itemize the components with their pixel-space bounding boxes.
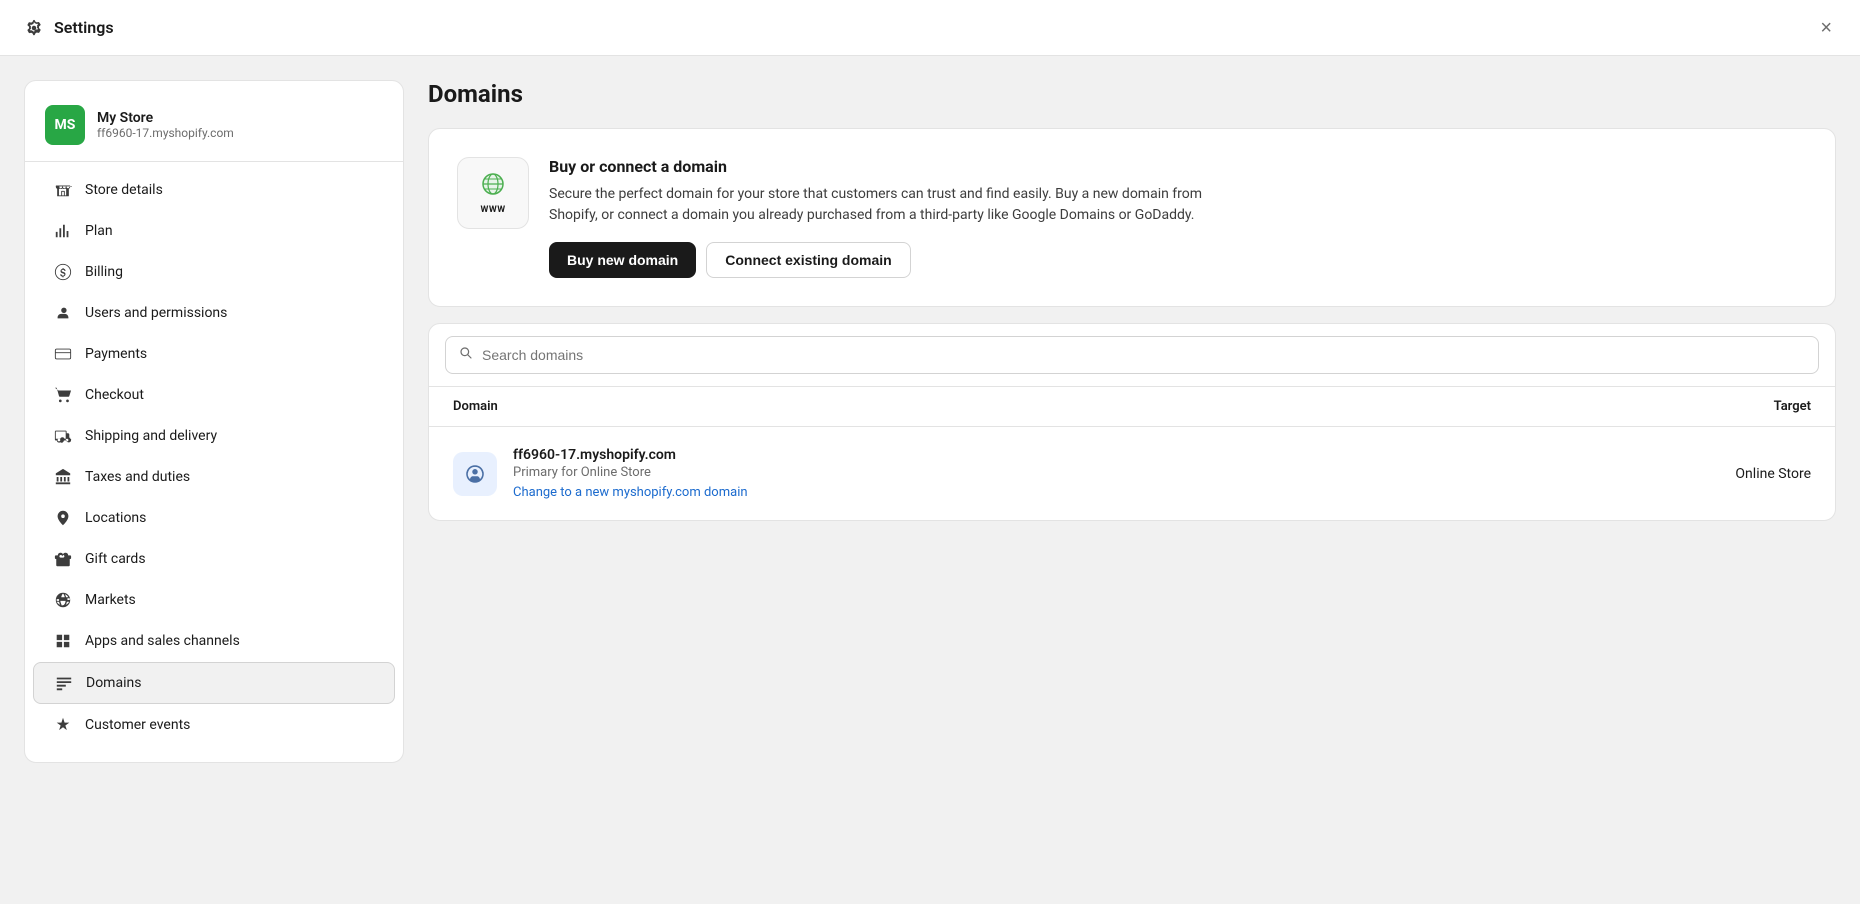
sidebar-item-label-domains: Domains [86, 675, 141, 691]
apps-sales-channels-icon [53, 631, 73, 651]
sidebar-item-locations[interactable]: Locations [33, 498, 395, 538]
settings-icon [24, 18, 44, 38]
sidebar-item-label-customer-events: Customer events [85, 717, 190, 733]
sidebar-item-label-taxes-duties: Taxes and duties [85, 469, 190, 485]
top-bar-left: Settings [24, 18, 114, 38]
promo-body: Buy or connect a domain Secure the perfe… [549, 157, 1807, 278]
store-name: My Store [97, 110, 234, 126]
sidebar-nav: Store details Plan Billing [25, 170, 403, 745]
sidebar-item-checkout[interactable]: Checkout [33, 375, 395, 415]
sidebar-item-label-apps-sales-channels: Apps and sales channels [85, 633, 240, 649]
sidebar-item-store-details[interactable]: Store details [33, 170, 395, 210]
customer-events-icon [53, 715, 73, 735]
domain-name: ff6960-17.myshopify.com [513, 447, 1661, 463]
users-permissions-icon [53, 303, 73, 323]
sidebar-item-gift-cards[interactable]: Gift cards [33, 539, 395, 579]
sidebar-item-shipping-delivery[interactable]: Shipping and delivery [33, 416, 395, 456]
search-icon [458, 345, 474, 365]
sidebar-item-payments[interactable]: Payments [33, 334, 395, 374]
sidebar-item-markets[interactable]: Markets [33, 580, 395, 620]
sidebar-item-label-store-details: Store details [85, 182, 163, 198]
billing-icon [53, 262, 73, 282]
store-url: ff6960-17.myshopify.com [97, 126, 234, 140]
sidebar-item-apps-sales-channels[interactable]: Apps and sales channels [33, 621, 395, 661]
domain-sub-label: Primary for Online Store [513, 465, 1661, 480]
domains-table-header: Domain Target [429, 387, 1835, 427]
promo-title: Buy or connect a domain [549, 157, 1807, 176]
sidebar-item-taxes-duties[interactable]: Taxes and duties [33, 457, 395, 497]
change-domain-link[interactable]: Change to a new myshopify.com domain [513, 485, 748, 500]
sidebar-item-customer-events[interactable]: Customer events [33, 705, 395, 745]
promo-card: WWW Buy or connect a domain Secure the p… [428, 128, 1836, 307]
promo-domain-icon: WWW [457, 157, 529, 229]
sidebar-item-users-permissions[interactable]: Users and permissions [33, 293, 395, 333]
sidebar-item-plan[interactable]: Plan [33, 211, 395, 251]
shipping-delivery-icon [53, 426, 73, 446]
taxes-duties-icon [53, 467, 73, 487]
sidebar-item-label-billing: Billing [85, 264, 123, 280]
top-bar-title: Settings [54, 18, 114, 37]
sidebar-item-label-checkout: Checkout [85, 387, 144, 403]
search-input-wrapper[interactable] [445, 336, 1819, 374]
markets-icon [53, 590, 73, 610]
sidebar-item-label-locations: Locations [85, 510, 146, 526]
domains-icon [54, 673, 74, 693]
sidebar-item-label-gift-cards: Gift cards [85, 551, 146, 567]
page-title: Domains [428, 80, 1836, 108]
connect-existing-domain-button[interactable]: Connect existing domain [706, 242, 910, 278]
sidebar-item-domains[interactable]: Domains [33, 662, 395, 704]
sidebar-item-label-plan: Plan [85, 223, 113, 239]
sidebar: MS My Store ff6960-17.myshopify.com Stor… [24, 80, 404, 763]
store-header: MS My Store ff6960-17.myshopify.com [25, 97, 403, 162]
col-header-domain: Domain [453, 399, 498, 414]
table-row: ff6960-17.myshopify.com Primary for Onli… [429, 427, 1835, 520]
payments-icon [53, 344, 73, 364]
www-label: WWW [480, 205, 505, 215]
sidebar-item-billing[interactable]: Billing [33, 252, 395, 292]
checkout-icon [53, 385, 73, 405]
close-button[interactable]: × [1816, 14, 1836, 42]
sidebar-item-label-users-permissions: Users and permissions [85, 305, 227, 321]
sidebar-item-label-markets: Markets [85, 592, 136, 608]
domains-section: Domain Target ff6960-17.myshopify.com Pr… [428, 323, 1836, 521]
promo-description: Secure the perfect domain for your store… [549, 184, 1229, 226]
gift-cards-icon [53, 549, 73, 569]
col-header-target: Target [1774, 399, 1811, 414]
buy-new-domain-button[interactable]: Buy new domain [549, 242, 696, 278]
sidebar-item-label-payments: Payments [85, 346, 147, 362]
top-bar: Settings × [0, 0, 1860, 56]
store-details-icon [53, 180, 73, 200]
locations-icon [53, 508, 73, 528]
search-container [429, 324, 1835, 387]
store-info: My Store ff6960-17.myshopify.com [97, 110, 234, 140]
main-layout: MS My Store ff6960-17.myshopify.com Stor… [0, 56, 1860, 904]
search-input[interactable] [482, 347, 1806, 363]
app-container: Settings × MS My Store ff6960-17.myshopi… [0, 0, 1860, 904]
sidebar-item-label-shipping-delivery: Shipping and delivery [85, 428, 217, 444]
main-content: Domains WWW [428, 80, 1836, 880]
plan-icon [53, 221, 73, 241]
domain-info: ff6960-17.myshopify.com Primary for Onli… [513, 447, 1661, 500]
domain-row-icon [453, 452, 497, 496]
promo-actions: Buy new domain Connect existing domain [549, 242, 1807, 278]
domain-target: Online Store [1661, 466, 1811, 482]
store-avatar: MS [45, 105, 85, 145]
